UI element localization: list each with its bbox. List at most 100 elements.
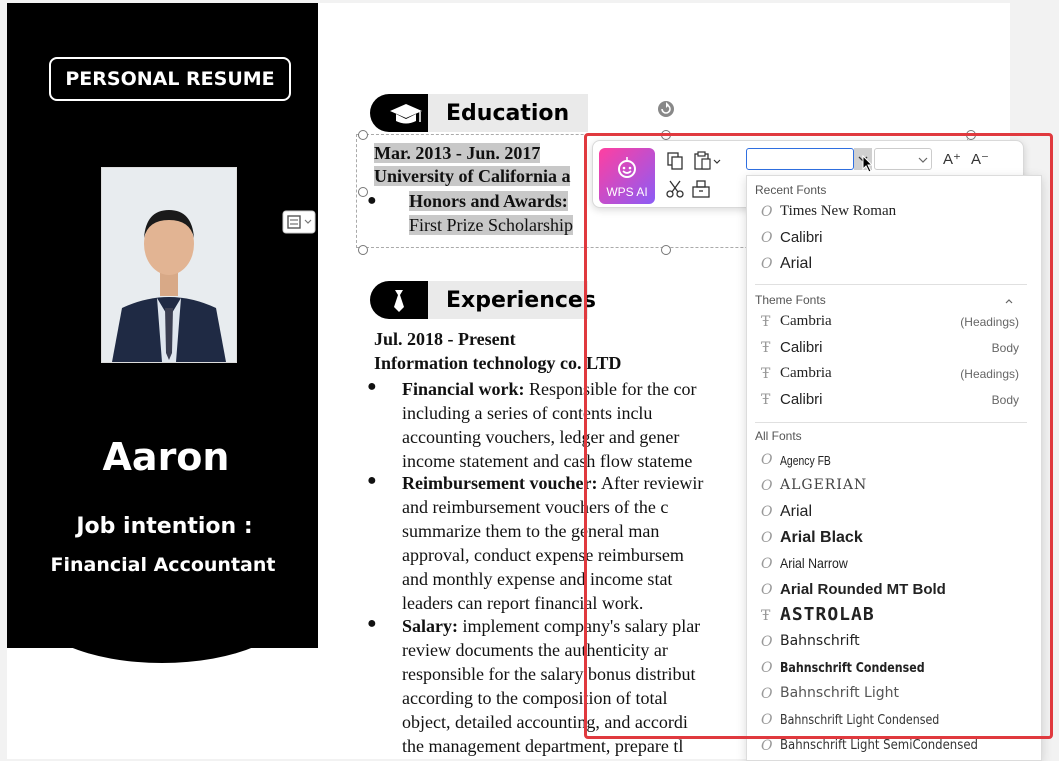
font-type-icon: Ŧ — [761, 314, 771, 330]
item-line: and monthly expense and income stat — [402, 569, 673, 589]
honors-label: Honors and Awards: — [409, 191, 568, 211]
font-type-icon: O — [761, 660, 773, 676]
font-type-icon: O — [761, 738, 773, 754]
item-line: including a series of contents inclu — [402, 403, 653, 423]
paste-icon[interactable] — [693, 151, 723, 171]
experience-item: Reimbursement voucher: After reviewir an… — [402, 471, 792, 615]
font-option[interactable]: O Bahnschrift Light SemiCondensed — [747, 734, 1041, 760]
cut-icon[interactable] — [665, 179, 685, 199]
item-line: approval, conduct expense reimbursem — [402, 545, 684, 565]
sidebar-curve — [29, 603, 295, 663]
font-option[interactable]: Ŧ Calibri Body — [747, 388, 1041, 414]
experiences-title: Experiences — [428, 281, 596, 319]
font-option[interactable]: Ŧ Calibri Body — [747, 336, 1041, 362]
font-type-icon: O — [761, 582, 773, 598]
font-option[interactable]: Ŧ Cambria (Headings) — [747, 310, 1041, 336]
resize-handle[interactable] — [358, 130, 368, 140]
font-option[interactable]: O Bahnschrift Light Condensed — [747, 708, 1041, 734]
item-line: the management department, prepare tl — [402, 736, 684, 756]
font-option[interactable]: O Calibri — [747, 226, 1041, 252]
bullet-dot: ● — [367, 378, 377, 395]
item-line: Responsible for the cor — [529, 379, 697, 399]
font-type-icon: Ŧ — [761, 366, 771, 382]
item-line: summarize them to the general man — [402, 521, 660, 541]
item-line: leaders can report financial work. — [402, 593, 644, 613]
item-label: Financial work: — [402, 379, 525, 399]
theme-fonts-header: Theme Fonts — [755, 293, 826, 307]
honors-value: First Prize Scholarship — [409, 215, 573, 235]
font-option[interactable]: O Arial Narrow — [747, 552, 1041, 578]
font-type-icon: Ŧ — [761, 608, 771, 624]
education-heading: Education — [370, 94, 590, 132]
divider — [755, 422, 1027, 423]
resize-handle[interactable] — [661, 245, 671, 255]
font-type-icon: Ŧ — [761, 392, 771, 408]
item-line: accounting vouchers, ledger and gener — [402, 427, 680, 447]
item-label: Salary: — [402, 616, 458, 636]
font-option[interactable]: O Bahnschrift — [747, 630, 1041, 656]
font-option[interactable]: O Arial Black — [747, 526, 1041, 552]
wps-ai-button[interactable]: WPS AI — [599, 148, 655, 204]
resize-handle[interactable] — [358, 245, 368, 255]
font-type-icon: O — [761, 712, 773, 728]
font-option[interactable]: Ŧ Cambria (Headings) — [747, 362, 1041, 388]
font-type-icon: O — [761, 478, 773, 494]
font-type-icon: O — [761, 634, 773, 650]
recent-fonts-header: Recent Fonts — [755, 183, 827, 197]
font-option[interactable]: O Arial Rounded MT Bold — [747, 578, 1041, 604]
chevron-down-icon — [918, 157, 928, 163]
font-option[interactable]: O ALGERIAN — [747, 474, 1041, 500]
resize-handle[interactable] — [966, 130, 976, 140]
font-option[interactable]: Ŧ ASTROLAB — [747, 604, 1041, 630]
font-type-icon: O — [761, 204, 773, 220]
font-option[interactable]: O Times New Roman — [747, 200, 1041, 226]
graduation-cap-icon — [390, 104, 422, 124]
item-line: implement company's salary plar — [462, 616, 701, 636]
experience-date: Jul. 2018 - Present — [374, 329, 516, 349]
education-title: Education — [428, 94, 588, 132]
font-option[interactable]: O Agency FB — [747, 448, 1041, 474]
education-date: Mar. 2013 - Jun. 2017 — [374, 143, 541, 163]
item-line: responsible for the salary bonus distrib… — [402, 664, 696, 684]
all-fonts-header: All Fonts — [755, 429, 802, 443]
bullet-dot: ● — [367, 472, 377, 489]
font-dropdown-list: Recent Fonts O Times New Roman O Calibri O… — [746, 175, 1042, 761]
layout-options-button[interactable] — [282, 210, 316, 234]
font-option[interactable]: O Bahnschrift Light — [747, 682, 1041, 708]
education-school: University of California a — [374, 166, 571, 186]
format-painter-icon[interactable] — [691, 179, 711, 199]
font-option[interactable]: O Arial — [747, 500, 1041, 526]
item-line: After reviewir — [600, 473, 704, 493]
font-type-icon: O — [761, 530, 773, 546]
shrink-font-button[interactable]: A⁻ — [971, 150, 989, 168]
item-line: according to the composition of total — [402, 688, 668, 708]
font-size-select[interactable] — [874, 148, 932, 170]
resume-sidebar: PERSONAL RESUME — [7, 3, 318, 648]
wps-ai-icon — [618, 157, 636, 178]
experience-company: Information technology co. LTD — [374, 353, 622, 373]
profile-photo[interactable] — [101, 167, 237, 363]
font-name-input[interactable] — [746, 148, 854, 170]
item-line: and reimbursement vouchers of the c — [402, 497, 669, 517]
copy-icon[interactable] — [665, 151, 685, 171]
item-line: object, detailed accounting, and accordi — [402, 712, 688, 732]
personal-resume-badge: PERSONAL RESUME — [49, 57, 291, 101]
font-option[interactable]: O Bahnschrift Condensed — [747, 656, 1041, 682]
item-line: review documents the authenticity ar — [402, 640, 668, 660]
bullet-dot: ● — [367, 615, 377, 632]
item-line: income statement and cash flow stateme — [402, 451, 693, 471]
job-intention-value: Financial Accountant — [50, 554, 276, 576]
resize-handle[interactable] — [661, 130, 671, 140]
candidate-name: Aaron — [102, 435, 230, 479]
wps-ai-label: WPS AI — [606, 185, 648, 199]
font-type-icon: O — [761, 230, 773, 246]
font-option[interactable]: O Arial — [747, 252, 1041, 278]
experiences-heading: Experiences — [370, 281, 596, 319]
grow-font-button[interactable]: A⁺ — [943, 150, 961, 168]
font-type-icon: O — [761, 256, 773, 272]
font-type-icon: O — [761, 686, 773, 702]
education-pill — [370, 94, 428, 132]
rotate-handle-icon[interactable] — [657, 100, 675, 118]
experiences-pill — [370, 281, 428, 319]
font-type-icon: O — [761, 556, 773, 572]
